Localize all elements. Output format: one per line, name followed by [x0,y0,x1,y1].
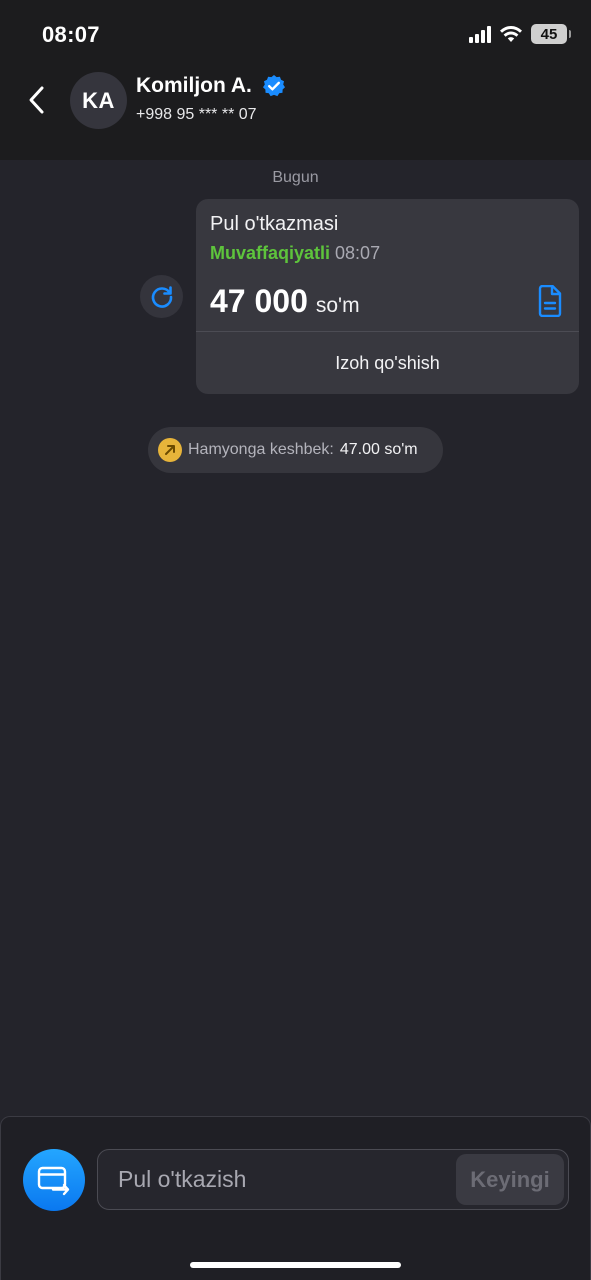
transfer-amount-row: 47 000 so'm [210,283,360,320]
cashback-value: 47.00 so'm [339,441,418,458]
avatar[interactable]: KA [70,72,127,129]
contact-phone: +998 95 *** ** 07 [136,106,257,123]
repeat-transfer-button[interactable] [140,275,183,318]
card-transfer-icon [37,1166,70,1196]
transfer-input-box: Keyingi [97,1149,569,1210]
battery-icon: 45 [531,24,571,44]
battery-level: 45 [540,25,558,43]
status-time: 08:07 [42,22,100,47]
transfer-status: Muvaffaqiyatli [210,243,331,263]
wifi-icon [500,26,522,42]
cashback-chip: Hamyonga keshbek: 47.00 so'm [148,427,443,473]
header-bar: 08:07 45 KA Komiljon A. +998 95 *** ** 0… [0,0,591,160]
avatar-initials: KA [82,87,115,113]
refresh-icon [151,285,172,308]
cashback-label: Hamyonga keshbek: [188,441,334,458]
transfer-composer: Keyingi [0,1116,591,1280]
chevron-left-icon [29,86,44,114]
card-transfer-button[interactable] [23,1149,85,1211]
receipt-button[interactable] [537,284,563,318]
verified-badge-icon [262,75,285,97]
transfer-currency: so'm [315,294,360,317]
next-button[interactable]: Keyingi [456,1154,564,1205]
transfer-time: 08:07 [335,243,381,263]
contact-name-row: Komiljon A. [136,74,286,98]
transfer-amount: 47 000 [210,283,308,319]
contact-name: Komiljon A. [136,74,252,97]
transfer-title: Pul o'tkazmasi [210,213,339,235]
transfer-status-row: Muvaffaqiyatli 08:07 [210,243,380,264]
status-icons: 45 [469,24,571,44]
add-comment-button[interactable]: Izoh qo'shish [196,332,579,394]
back-button[interactable] [22,82,50,118]
document-icon [538,284,562,318]
home-indicator [190,1262,401,1268]
transfer-input[interactable] [118,1150,448,1209]
date-separator: Bugun [272,169,319,186]
coin-icon [158,438,182,462]
transfer-message-card[interactable]: Pul o'tkazmasi Muvaffaqiyatli 08:07 47 0… [196,199,579,394]
signal-icon [469,25,491,43]
